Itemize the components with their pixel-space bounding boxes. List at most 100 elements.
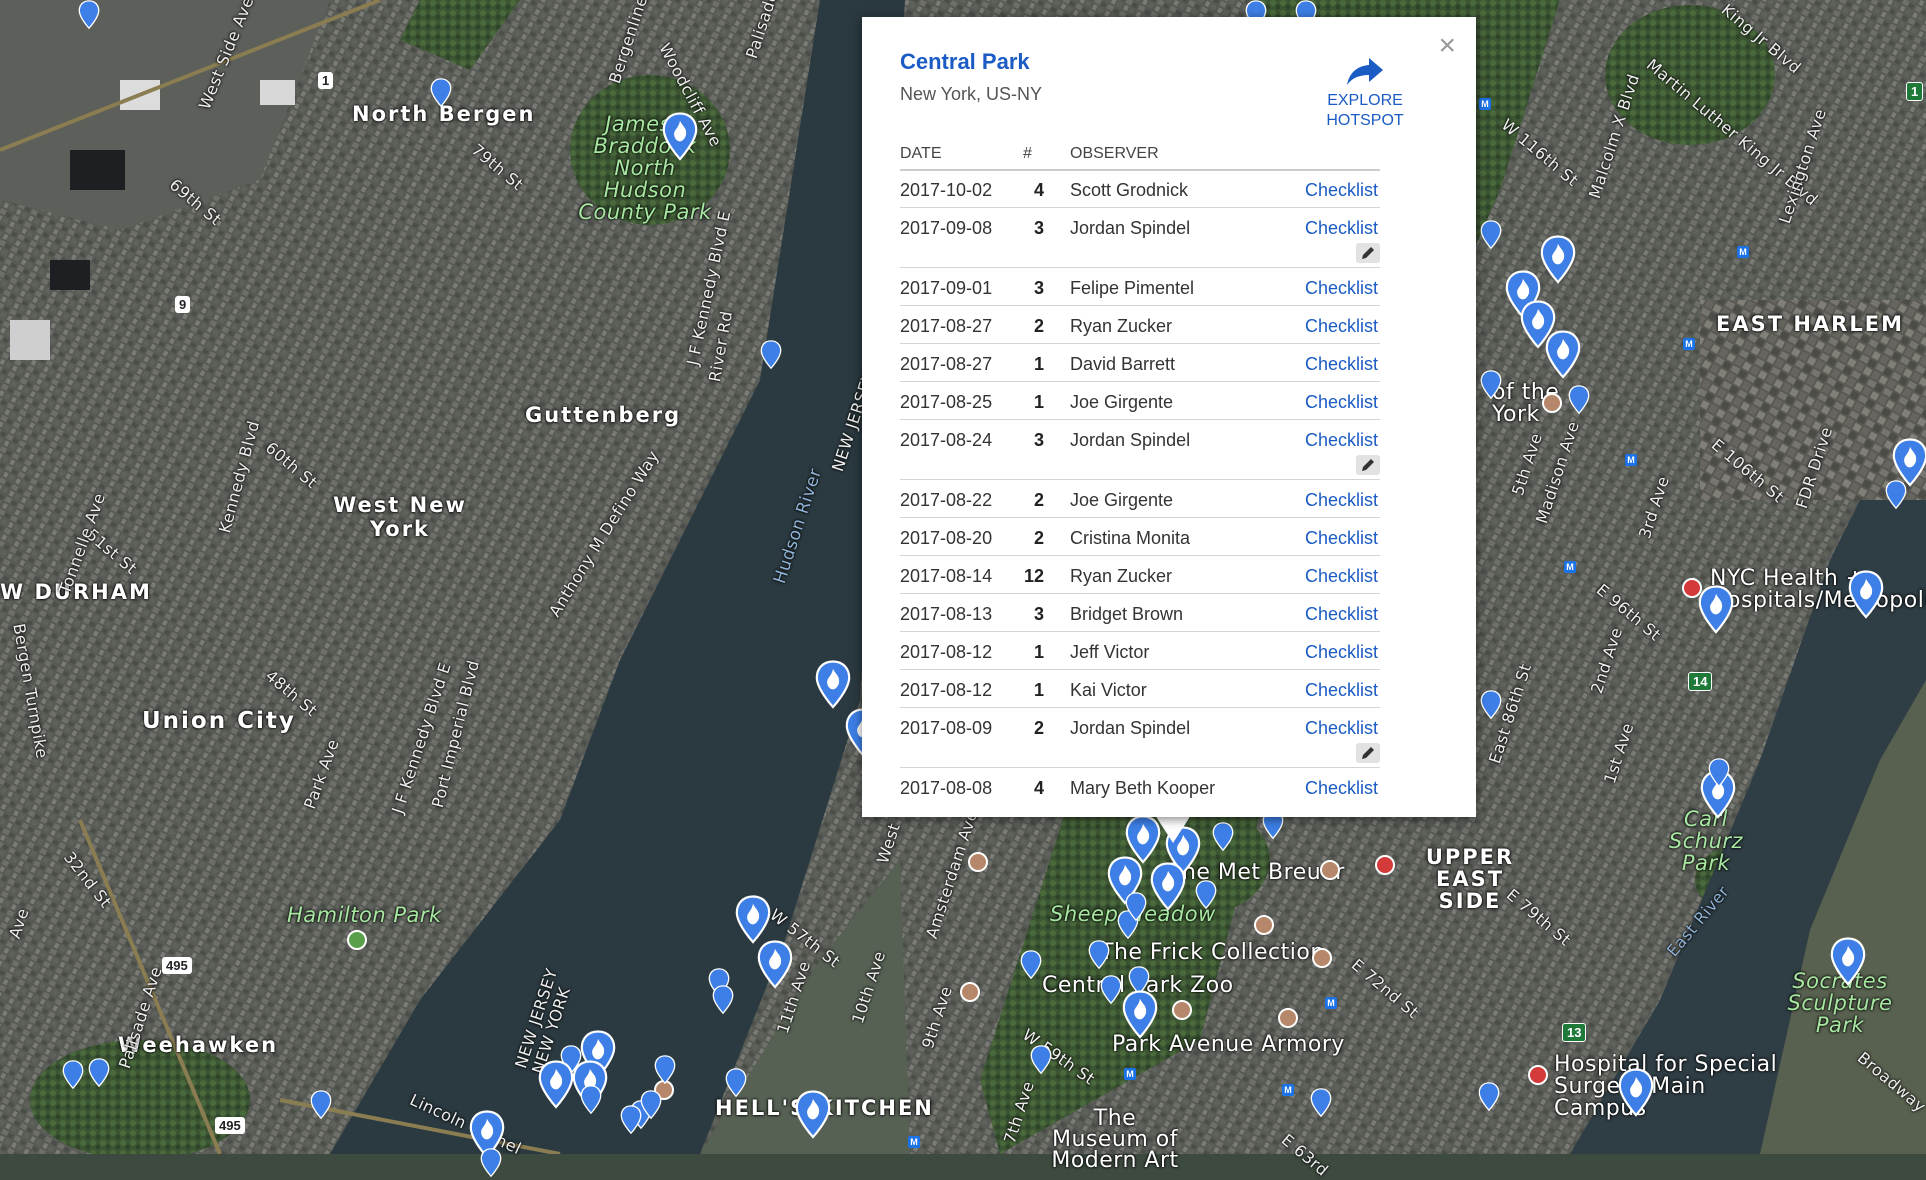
park-poi-icon[interactable] [347,930,367,950]
subway-icon: M [1325,997,1337,1009]
hotspot-pin-flame-icon[interactable] [735,895,771,945]
hotspot-pin-flame-icon[interactable] [1545,330,1581,380]
hotspot-pin-icon[interactable] [712,985,734,1015]
popup-pointer [1155,815,1191,843]
hotspot-pin-icon[interactable] [1088,940,1110,970]
column-header-observer: OBSERVER [1070,145,1159,162]
checklist-link[interactable]: Checklist [1305,430,1378,451]
hotspot-title-link[interactable]: Central Park [900,49,1030,75]
hospital-poi-icon[interactable] [1375,855,1395,875]
hotspot-pin-icon[interactable] [725,1068,747,1098]
hotspot-pin-flame-icon[interactable] [757,940,793,990]
hotspot-pin-flame-icon[interactable] [662,112,698,162]
checklist-link[interactable]: Checklist [1305,718,1378,739]
hotspot-pin-flame-icon[interactable] [1848,570,1884,620]
hotspot-pin-icon[interactable] [1030,1045,1052,1075]
hotspot-pin-icon[interactable] [1885,480,1907,510]
edit-pencil-icon[interactable] [1356,455,1380,475]
row-observer: David Barrett [1070,354,1176,374]
checklist-link[interactable]: Checklist [1305,392,1378,413]
subway-icon: M [1683,338,1695,350]
row-observer: Ryan Zucker [1070,566,1173,586]
hotspot-pin-flame-icon[interactable] [1122,990,1158,1040]
checklist-link[interactable]: Checklist [1305,354,1378,375]
museum-poi-icon[interactable] [1320,860,1340,880]
hotspot-pin-icon[interactable] [654,1055,676,1085]
checklist-link[interactable]: Checklist [1305,490,1378,511]
museum-poi-icon[interactable] [1278,1008,1298,1028]
close-button[interactable]: × [1438,31,1456,61]
checklist-link[interactable]: Checklist [1305,278,1378,299]
row-observer: Ryan Zucker [1070,316,1173,336]
row-date: 2017-09-01 [900,278,993,298]
checklist-link[interactable]: Checklist [1305,528,1378,549]
checklist-link[interactable]: Checklist [1305,218,1378,239]
checklist-link[interactable]: Checklist [1305,642,1378,663]
hotspot-pin-icon[interactable] [640,1090,662,1120]
checklist-link[interactable]: Checklist [1305,180,1378,201]
edit-pencil-icon[interactable] [1356,743,1380,763]
checklist-link[interactable]: Checklist [1305,604,1378,625]
table-row: 2017-09-08 3 Jordan Spindel Checklist [900,208,1380,268]
row-date: 2017-09-08 [900,218,993,238]
hotspot-pin-icon[interactable] [760,340,782,370]
edit-pencil-icon[interactable] [1356,243,1380,263]
hotspot-pin-icon[interactable] [1125,892,1147,922]
hotspot-pin-flame-icon[interactable] [1698,585,1734,635]
museum-poi-icon[interactable] [968,852,988,872]
hotspot-pin-icon[interactable] [1568,385,1590,415]
hotspot-pin-icon[interactable] [620,1105,642,1135]
hotspot-pin-icon[interactable] [1195,880,1217,910]
checklist-link[interactable]: Checklist [1305,316,1378,337]
hotspot-pin-flame-icon[interactable] [815,660,851,710]
checklist-link[interactable]: Checklist [1305,680,1378,701]
hotspot-pin-icon[interactable] [1478,1082,1500,1112]
hotspot-pin-flame-icon[interactable] [1540,235,1576,285]
hotspot-pin-icon[interactable] [1100,975,1122,1005]
row-date: 2017-10-02 [900,180,993,200]
subway-icon: M [1737,246,1749,258]
hotspot-pin-icon[interactable] [1020,950,1042,980]
hotspot-pin-icon[interactable] [480,1148,502,1178]
hotspot-pin-flame-icon[interactable] [1150,862,1186,912]
checklist-link[interactable]: Checklist [1305,778,1378,799]
hotspot-pin-icon[interactable] [310,1090,332,1120]
checklist-link[interactable]: Checklist [1305,566,1378,587]
column-header-date: DATE [900,145,942,162]
hotspot-pin-icon[interactable] [1480,220,1502,250]
hotspot-pin-icon[interactable] [580,1085,602,1115]
row-species-count: 1 [1033,354,1044,374]
table-row: 2017-09-01 3 Felipe Pimentel Checklist [900,268,1380,306]
zoo-poi-icon[interactable] [1172,1000,1192,1020]
museum-poi-icon[interactable] [1312,948,1332,968]
row-date: 2017-08-08 [900,778,993,798]
share-arrow-icon [1347,58,1383,85]
hotspot-pin-icon[interactable] [1480,370,1502,400]
row-observer: Scott Grodnick [1070,180,1189,200]
hotspot-pin-icon[interactable] [1708,758,1730,788]
hotspot-popup: × Central Park New York, US-NY EXPLORE H… [862,17,1476,817]
hotspot-pin-icon[interactable] [1480,690,1502,720]
hotspot-pin-flame-icon[interactable] [795,1090,831,1140]
row-species-count: 2 [1033,316,1044,336]
row-observer: Jordan Spindel [1070,718,1191,738]
row-species-count: 1 [1033,392,1044,412]
museum-poi-icon[interactable] [1254,915,1274,935]
museum-poi-icon[interactable] [1542,393,1562,413]
hotspot-pin-flame-icon[interactable] [1618,1068,1654,1118]
hotspot-pin-icon[interactable] [62,1060,84,1090]
explore-hotspot-button[interactable]: EXPLORE HOTSPOT [1300,54,1430,131]
hotspot-pin-icon[interactable] [1310,1088,1332,1118]
hotspot-pin-flame-icon[interactable] [1830,937,1866,987]
route-495-shield: 495 [162,957,192,974]
hotspot-pin-icon[interactable] [1212,822,1234,852]
hospital-poi-icon[interactable] [1528,1065,1548,1085]
museum-poi-icon[interactable] [960,982,980,1002]
hotspot-pin-icon[interactable] [430,78,452,108]
hotspot-pin-icon[interactable] [88,1058,110,1088]
route-9-shield: 9 [175,296,191,313]
hotspot-pin-icon[interactable] [78,0,100,30]
row-species-count: 3 [1033,604,1044,624]
hotspot-pin-flame-icon[interactable] [538,1060,574,1110]
row-species-count: 3 [1033,218,1044,238]
